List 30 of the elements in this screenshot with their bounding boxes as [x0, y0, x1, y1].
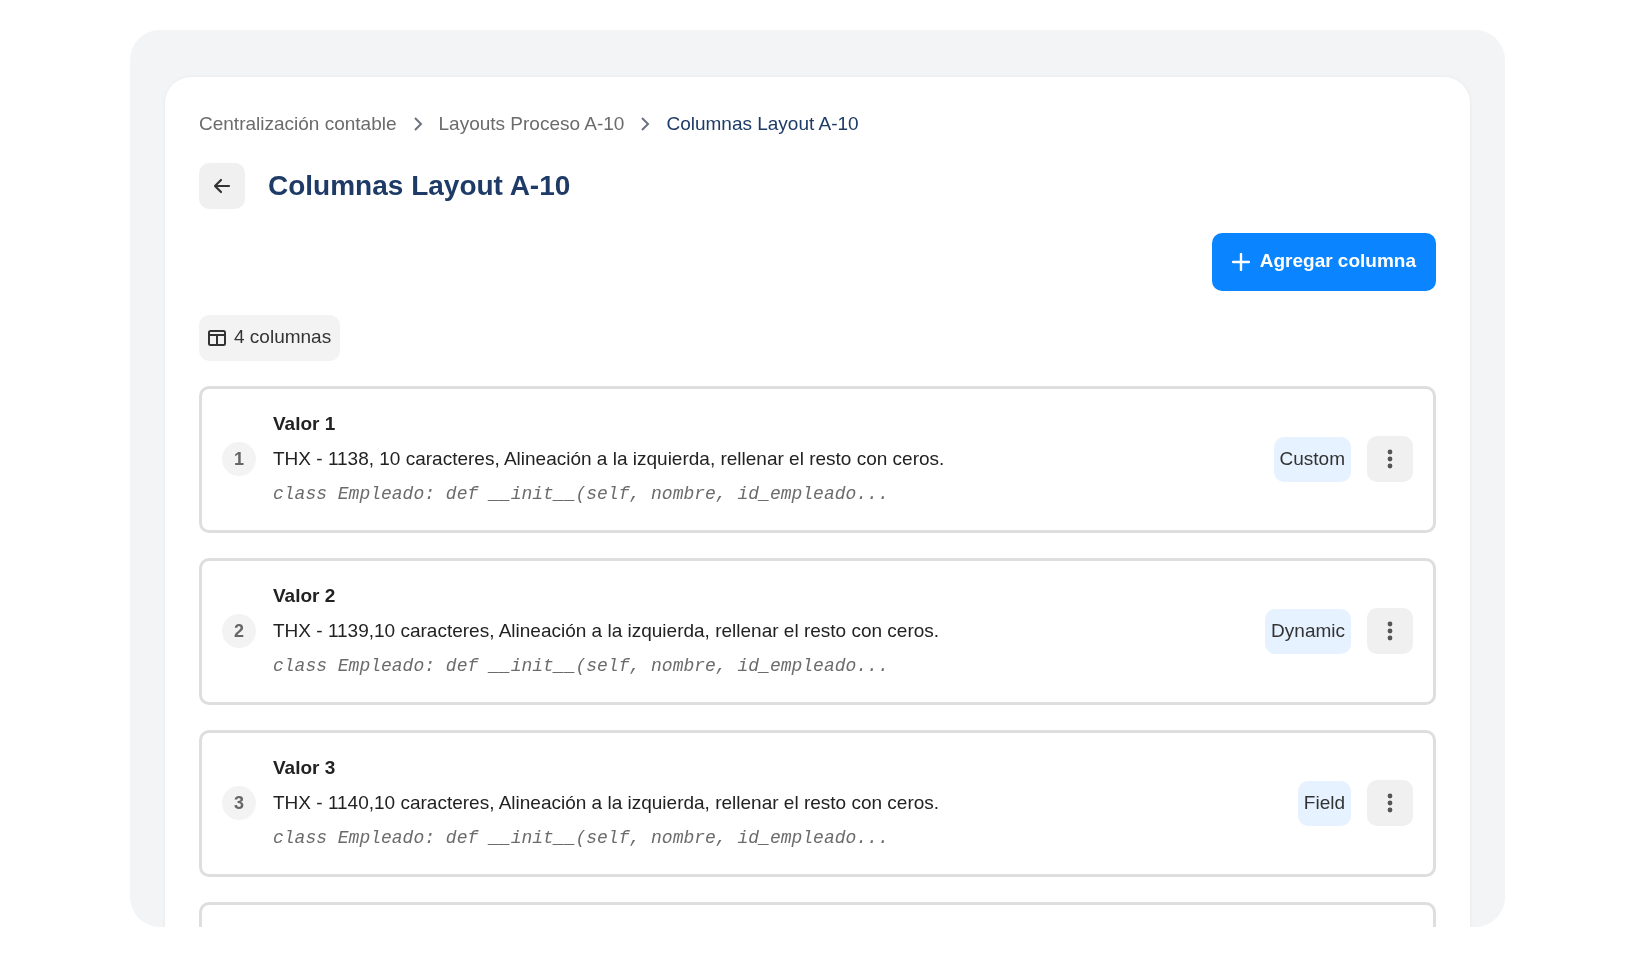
- breadcrumb-link[interactable]: Layouts Proceso A-10: [438, 110, 625, 139]
- row-number: 3: [222, 786, 256, 820]
- breadcrumb-link[interactable]: Columnas Layout A-10: [666, 110, 859, 139]
- more-options-button[interactable]: [1367, 608, 1413, 654]
- page-title: Columnas Layout A-10: [268, 168, 571, 203]
- type-tag: Field: [1297, 780, 1351, 826]
- type-tag: Dynamic: [1265, 608, 1351, 654]
- back-button[interactable]: [199, 162, 245, 209]
- kebab-menu-icon: [1387, 449, 1393, 469]
- row-number: 2: [222, 614, 256, 648]
- row-number: 1: [222, 442, 256, 476]
- breadcrumb-link[interactable]: Centralización contable: [199, 110, 397, 139]
- column-name: Valor 2: [273, 584, 337, 608]
- code-snippet: class Empleado: def __init__(self, nombre, id_empleado...: [273, 827, 890, 850]
- type-tag: Custom: [1273, 436, 1351, 482]
- code-snippet: class Empleado: def __init__(self, nombre, id_empleado...: [273, 483, 890, 506]
- add-column-button[interactable]: Agregar columna: [1211, 232, 1436, 291]
- kebab-menu-icon: [1387, 793, 1393, 813]
- kebab-menu-icon: [1387, 621, 1393, 641]
- plus-icon: [1231, 252, 1250, 271]
- more-options-button[interactable]: [1367, 780, 1413, 826]
- column-description: THX - 1138, 10 caracteres, Alineación a la izquierda, rellenar el resto con ceros.: [273, 446, 946, 471]
- table-icon: [208, 329, 226, 346]
- column-count-label: 4 columnas: [234, 325, 332, 350]
- code-snippet: class Empleado: def __init__(self, nombre, id_empleado...: [273, 655, 890, 678]
- column-name: Valor 1: [273, 412, 337, 436]
- column-description: THX - 1140,10 caracteres, Alineación a la izquierda, rellenar el resto con ceros.: [273, 790, 941, 815]
- column-name: Valor 3: [273, 756, 337, 780]
- column-description: THX - 1139,10 caracteres, Alineación a la izquierda, rellenar el resto con ceros.: [273, 618, 941, 643]
- more-options-button[interactable]: [1367, 436, 1413, 482]
